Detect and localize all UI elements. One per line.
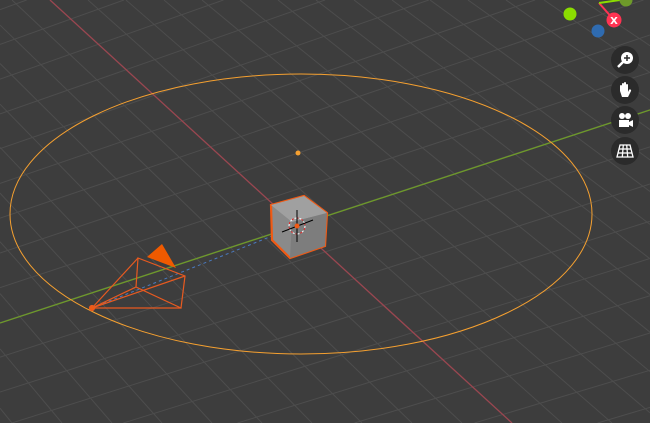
grid-line (277, 0, 650, 296)
ortho-toggle-button[interactable] (611, 137, 639, 165)
gizmo-x-label: X (610, 16, 618, 27)
grid-line (0, 0, 644, 219)
grid-line (11, 0, 463, 423)
grid-line (0, 71, 650, 289)
grid-line (239, 0, 650, 333)
grid-line (353, 0, 650, 225)
camera-direction-line (91, 227, 293, 309)
gizmo-y-negative (563, 7, 577, 21)
3d-viewport[interactable]: X (0, 0, 650, 423)
camera-view-icon (619, 113, 633, 127)
grid-line (0, 24, 413, 423)
camera-object[interactable] (88, 244, 186, 312)
grid-line (0, 0, 429, 150)
light-origin[interactable] (295, 150, 301, 156)
camera-view-button[interactable] (611, 106, 639, 134)
grid-line (0, 0, 224, 80)
grid-line (0, 103, 313, 423)
scene: X (0, 0, 650, 423)
navigation-gizmo[interactable]: X (563, 0, 633, 38)
grid-line (0, 407, 13, 423)
grid-line (0, 0, 326, 115)
ortho-grid-icon (616, 144, 634, 158)
grid-line (0, 348, 63, 423)
grid-line (354, 332, 650, 423)
zoom-button[interactable] (611, 46, 639, 74)
camera-up-triangle (147, 244, 176, 268)
hand-pan-icon (620, 82, 632, 97)
grid-line (125, 0, 613, 423)
grid-line (597, 406, 650, 423)
gizmo-z-negative (591, 24, 605, 38)
pan-button[interactable] (611, 76, 639, 104)
gizmo-y-positive (619, 0, 633, 7)
zoom-icon (617, 52, 633, 68)
object-origin (294, 223, 300, 229)
